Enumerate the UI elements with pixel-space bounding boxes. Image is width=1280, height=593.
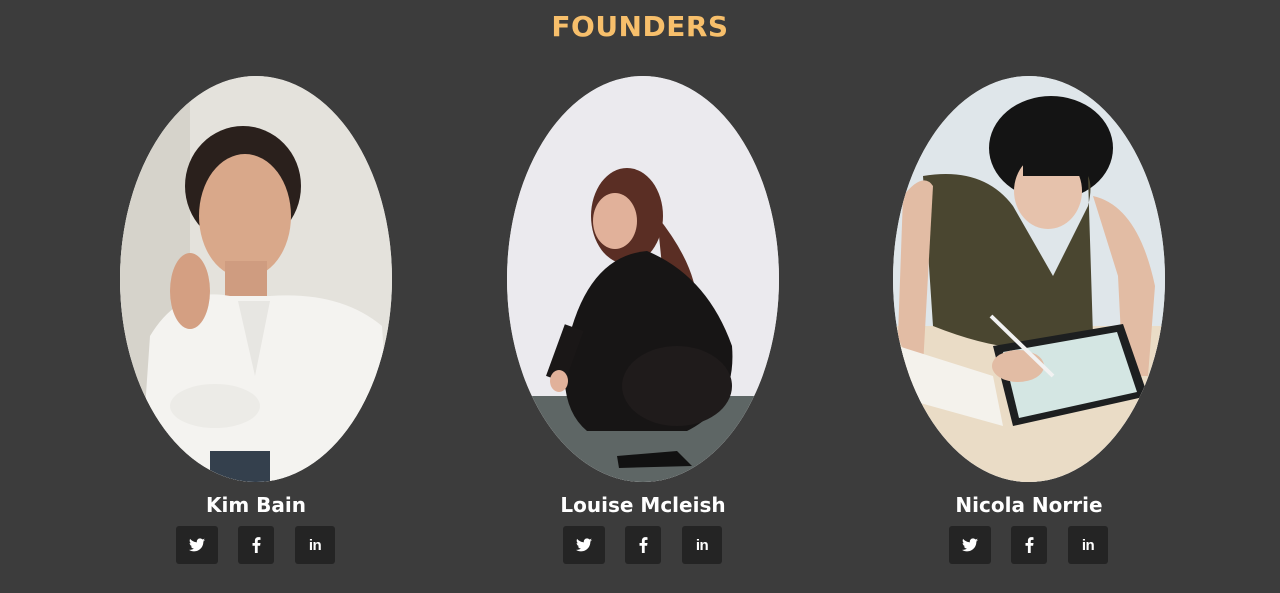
founder-photo xyxy=(893,76,1165,482)
facebook-button[interactable] xyxy=(1011,526,1047,564)
twitter-button[interactable] xyxy=(563,526,605,564)
linkedin-icon: in xyxy=(695,536,709,554)
founder-card: Kim Bain in xyxy=(120,76,392,564)
linkedin-icon: in xyxy=(308,536,322,554)
founder-photo xyxy=(507,76,779,482)
twitter-icon xyxy=(576,538,592,552)
founder-name: Louise Mcleish xyxy=(560,493,726,517)
facebook-button[interactable] xyxy=(625,526,661,564)
linkedin-button[interactable]: in xyxy=(1068,526,1108,564)
twitter-icon xyxy=(189,538,205,552)
social-links: in xyxy=(120,526,392,564)
linkedin-button[interactable]: in xyxy=(682,526,722,564)
twitter-icon xyxy=(962,538,978,552)
founder-name: Kim Bain xyxy=(206,493,306,517)
facebook-icon xyxy=(639,537,647,553)
founder-name: Nicola Norrie xyxy=(955,493,1103,517)
facebook-icon xyxy=(252,537,260,553)
founders-section: FOUNDERS Kim Bain in Louise Mcleish in N… xyxy=(0,0,1280,593)
founder-card: Louise Mcleish in xyxy=(507,76,779,564)
section-title: FOUNDERS xyxy=(551,10,729,43)
facebook-button[interactable] xyxy=(238,526,274,564)
twitter-button[interactable] xyxy=(949,526,991,564)
founder-card: Nicola Norrie in xyxy=(893,76,1165,564)
facebook-icon xyxy=(1025,537,1033,553)
twitter-button[interactable] xyxy=(176,526,218,564)
linkedin-icon: in xyxy=(1081,536,1095,554)
social-links: in xyxy=(507,526,779,564)
linkedin-button[interactable]: in xyxy=(295,526,335,564)
founder-photo xyxy=(120,76,392,482)
social-links: in xyxy=(893,526,1165,564)
